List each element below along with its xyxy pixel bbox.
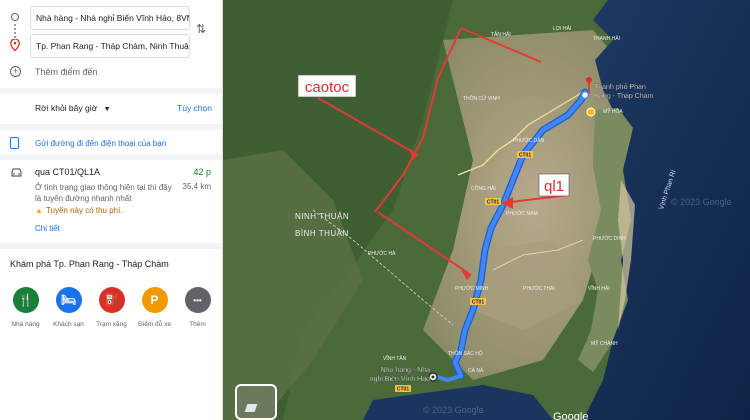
svg-text:MỸ HÒA: MỸ HÒA	[603, 108, 623, 115]
origin-label-2: nghỉ Biển Vĩnh Hảo	[370, 375, 430, 383]
svg-text:THANH HẢI: THANH HẢI	[593, 35, 620, 42]
hotel-icon: 🛏	[55, 287, 82, 313]
category-gas-station[interactable]: ⛽ Trạm xăng	[92, 287, 132, 328]
explore-title: Khám phá Tp. Phan Rang - Tháp Chàm	[10, 259, 169, 269]
annotation-caotoc: caotoc	[305, 79, 350, 96]
svg-text:CT01: CT01	[397, 387, 409, 393]
divider	[0, 124, 222, 130]
svg-text:TÂN HẢI: TÂN HẢI	[491, 31, 511, 38]
destination-label-2: Rang - Tháp Chàm	[594, 93, 654, 100]
category-list: 🍴 Nhà hàng 🛏 Khách sạn ⛽ Trạm xăng P Điểm đỗ xe…	[0, 287, 222, 328]
gas-station-icon: ⛽	[98, 287, 125, 313]
svg-text:PHƯỚC DÂN: PHƯỚC DÂN	[513, 137, 544, 144]
origin-input[interactable]: Nhà hàng - Nhà nghỉ Biển Vĩnh Hảo, 8VM	[30, 6, 190, 30]
route-name: qua CT01/QL1A	[35, 167, 101, 177]
more-icon: •••	[184, 287, 211, 313]
swap-icon[interactable]: ⇅	[196, 22, 206, 36]
destination-pin-icon	[10, 39, 20, 51]
directions-panel: Nhà hàng - Nhà nghỉ Biển Vĩnh Hảo, 8VM T…	[0, 0, 223, 420]
svg-text:LỢI HẢI: LỢI HẢI	[553, 25, 571, 32]
origin-label: Nhà hàng - Nhà	[381, 367, 431, 374]
satellite-map[interactable]: caotoc ql1 NINH THUẬN BÌNH THUẬN Vịnh Ph…	[223, 0, 750, 420]
category-label: Nhà hàng	[11, 321, 40, 328]
svg-text:CT01: CT01	[519, 153, 531, 159]
svg-text:THÔN CỬ VINH: THÔN CỬ VINH	[463, 95, 500, 102]
svg-text:PHƯỚC THÁI: PHƯỚC THÁI	[523, 285, 555, 292]
destination-input[interactable]: Tp. Phan Rang - Tháp Chàm, Ninh Thuận	[30, 34, 190, 58]
restaurant-icon: 🍴	[12, 287, 39, 313]
category-restaurant[interactable]: 🍴 Nhà hàng	[6, 287, 46, 328]
svg-text:MỸ CHÁNH: MỸ CHÁNH	[591, 340, 618, 347]
route-duration: 42 p	[193, 167, 211, 177]
svg-text:PHƯỚC MINH: PHƯỚC MINH	[455, 285, 489, 292]
add-destination-button[interactable]: + Thêm điểm đến	[10, 66, 98, 77]
send-to-phone-button[interactable]: Gửi đường đi đến điện thoại của bạn	[10, 137, 166, 149]
category-label: Khách sạn	[53, 321, 84, 328]
divider	[0, 243, 222, 249]
divider	[0, 154, 222, 160]
options-button[interactable]: Tùy chọn	[177, 103, 212, 113]
caret-down-icon: ▼	[103, 106, 111, 113]
copyright-watermark-bottom: © 2023 Google	[423, 405, 484, 415]
svg-text:VĨNH TÂN: VĨNH TÂN	[383, 355, 407, 362]
google-logo: Google	[553, 411, 588, 420]
svg-text:VĨNH HẢI: VĨNH HẢI	[588, 285, 610, 292]
svg-text:PHƯỚC DINH: PHƯỚC DINH	[593, 235, 626, 242]
origin-marker-icon	[11, 13, 19, 21]
category-label: Thêm	[189, 321, 206, 328]
province-label-south: BÌNH THUẬN	[295, 229, 349, 238]
divider	[0, 88, 222, 94]
toll-text: Tuyến này có thu phí.	[45, 206, 123, 215]
destination-label: Thành phố Phan	[594, 82, 646, 91]
leave-time-label: Rời khỏi bây giờ	[35, 103, 98, 113]
map-view[interactable]: caotoc ql1 NINH THUẬN BÌNH THUẬN Vịnh Ph…	[223, 0, 750, 420]
origin-marker[interactable]	[428, 372, 438, 382]
warning-icon: ▲	[35, 206, 43, 215]
layers-icon	[244, 404, 258, 412]
svg-text:CÔNG HẢI: CÔNG HẢI	[471, 185, 496, 192]
route-connector	[14, 24, 16, 38]
category-parking[interactable]: P Điểm đỗ xe	[135, 287, 175, 328]
copyright-watermark: © 2023 Google	[671, 197, 732, 207]
layers-button[interactable]	[235, 384, 277, 420]
category-more[interactable]: ••• Thêm	[178, 287, 218, 328]
parking-icon: P	[141, 287, 168, 313]
phone-icon	[10, 137, 19, 149]
category-label: Điểm đỗ xe	[138, 321, 171, 328]
category-label: Trạm xăng	[96, 321, 127, 328]
svg-text:PHƯỚC HÀ: PHƯỚC HÀ	[368, 250, 396, 257]
plus-icon: +	[10, 66, 21, 77]
route-description: Ở tình trạng giao thông hiện tại thì đây…	[35, 183, 172, 203]
svg-text:CT01: CT01	[487, 200, 499, 206]
svg-text:THÔN SÁC HỘ: THÔN SÁC HỘ	[448, 350, 483, 357]
svg-text:PHƯỚC NAM: PHƯỚC NAM	[506, 210, 538, 217]
toll-notice: ▲ Tuyến này có thu phí.	[35, 206, 123, 215]
svg-text:CÀ NÁ: CÀ NÁ	[468, 367, 484, 374]
province-label-north: NINH THUẬN	[295, 212, 349, 221]
route-distance: 35,4 km	[182, 182, 211, 191]
annotation-ql1: ql1	[544, 178, 564, 195]
car-icon	[11, 168, 22, 177]
category-hotel[interactable]: 🛏 Khách sạn	[49, 287, 89, 328]
send-to-phone-label: Gửi đường đi đến điện thoại của bạn	[35, 138, 167, 148]
details-link[interactable]: Chi tiết	[35, 224, 60, 233]
leave-time-dropdown[interactable]: Rời khỏi bây giờ ▼	[35, 103, 111, 113]
poi-icon[interactable]	[586, 107, 596, 117]
svg-text:CT01: CT01	[472, 300, 484, 306]
add-destination-label: Thêm điểm đến	[35, 66, 98, 77]
